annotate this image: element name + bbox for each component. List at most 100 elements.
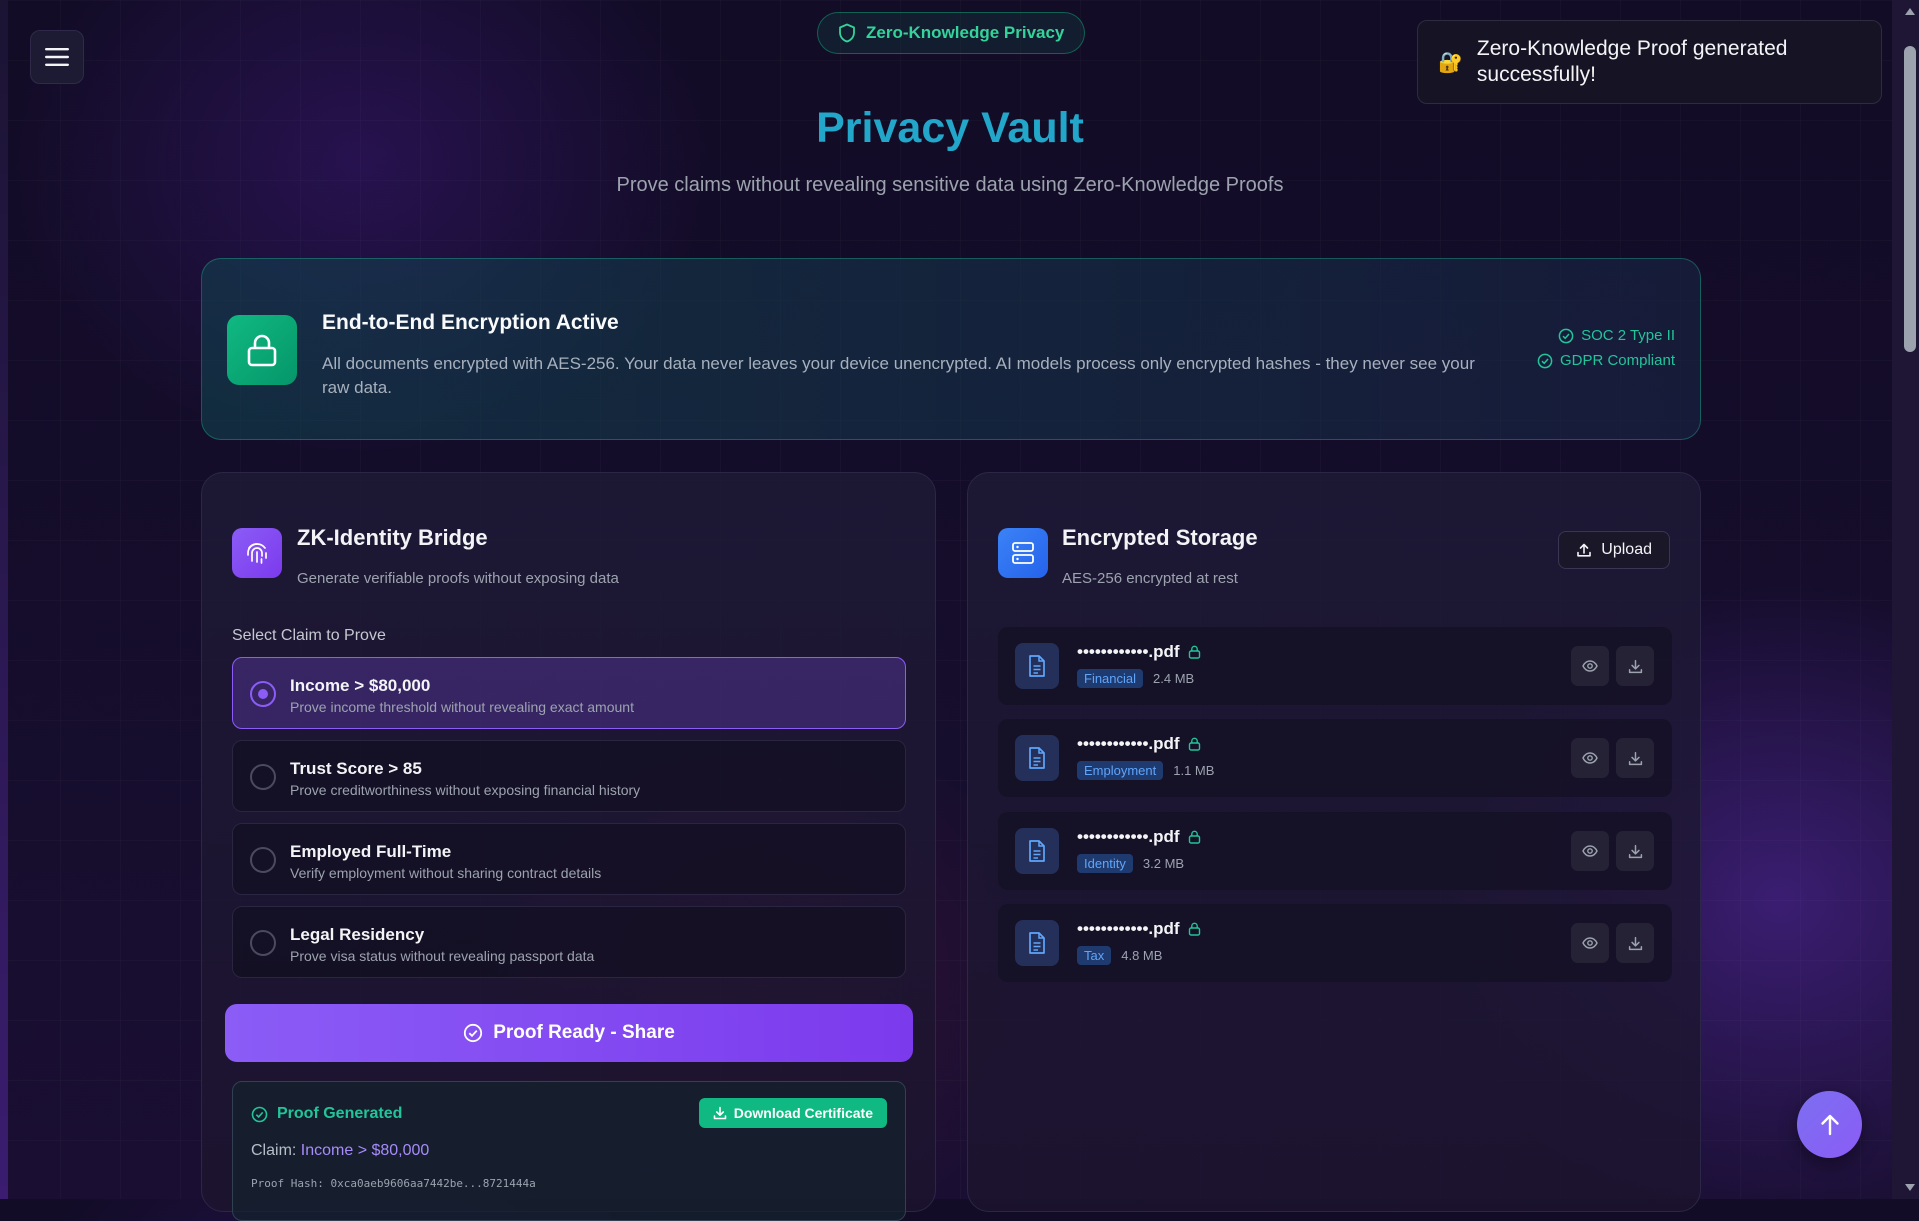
scroll-to-top-button[interactable]: [1797, 1091, 1862, 1158]
badge-label: Zero-Knowledge Privacy: [866, 23, 1065, 42]
fingerprint-icon: [247, 543, 267, 564]
download-document-button[interactable]: [1616, 831, 1654, 871]
file-icon-tile: [1015, 643, 1059, 689]
document-item[interactable]: ••••••••••••.pdf Financial 2.4 MB: [998, 627, 1672, 705]
proof-status: Proof Generated: [251, 1105, 402, 1123]
scrollbar[interactable]: [1892, 0, 1919, 1199]
eye-icon: [1582, 660, 1598, 672]
lock-icon: [1188, 737, 1200, 751]
proof-share-button[interactable]: Proof Ready - Share: [225, 1004, 913, 1062]
document-size: 4.8 MB: [1121, 948, 1163, 963]
view-document-button[interactable]: [1571, 646, 1609, 686]
arrow-up-icon: [1820, 1114, 1839, 1135]
proof-hash: Proof Hash: 0xca0aeb9606aa7442be...87214…: [251, 1177, 536, 1190]
radio-button[interactable]: [250, 764, 276, 790]
claim-description: Prove income threshold without revealing…: [290, 699, 634, 715]
scroll-down-arrow[interactable]: [1905, 1184, 1915, 1191]
document-name: ••••••••••••.pdf: [1077, 734, 1201, 754]
soc2-label: SOC 2 Type II: [1581, 327, 1675, 344]
radio-button[interactable]: [250, 847, 276, 873]
file-icon-tile: [1015, 828, 1059, 874]
document-meta: Tax 4.8 MB: [1077, 946, 1162, 965]
proof-hash-value: 0xca0aeb9606aa7442be...8721444a: [330, 1177, 536, 1190]
identity-icon-tile: [232, 528, 282, 578]
check-circle-icon: [1558, 328, 1574, 343]
storage-icon-tile: [998, 528, 1048, 578]
view-document-button[interactable]: [1571, 831, 1609, 871]
eye-icon: [1582, 937, 1598, 949]
document-meta: Identity 3.2 MB: [1077, 854, 1184, 873]
file-icon-tile: [1015, 920, 1059, 966]
zk-identity-panel: ZK-Identity Bridge Generate verifiable p…: [201, 472, 936, 1221]
document-item[interactable]: ••••••••••••.pdf Employment 1.1 MB: [998, 719, 1672, 797]
document-item[interactable]: ••••••••••••.pdf Identity 3.2 MB: [998, 812, 1672, 890]
document-tag: Employment: [1077, 761, 1164, 780]
server-icon: [1012, 542, 1034, 564]
claim-option-residency[interactable]: Legal Residency Prove visa status withou…: [232, 906, 906, 978]
check-circle-icon: [251, 1106, 268, 1122]
toast-message: Zero-Knowledge Proof generated successfu…: [1476, 37, 1788, 86]
document-item[interactable]: ••••••••••••.pdf Tax 4.8 MB: [998, 904, 1672, 982]
claim-option-trust-score[interactable]: Trust Score > 85 Prove creditworthiness …: [232, 740, 906, 812]
check-circle-icon: [464, 1023, 483, 1043]
menu-button[interactable]: [30, 30, 84, 84]
lock-icon: [1188, 645, 1200, 659]
encryption-title: End-to-End Encryption Active: [322, 311, 619, 334]
eye-icon: [1582, 752, 1598, 764]
proof-status-label: Proof Generated: [277, 1105, 403, 1122]
document-filename: ••••••••••••.pdf: [1077, 642, 1180, 661]
download-icon: [1628, 659, 1642, 673]
radio-button[interactable]: [250, 681, 276, 707]
view-document-button[interactable]: [1571, 923, 1609, 963]
zero-knowledge-badge: Zero-Knowledge Privacy: [817, 12, 1086, 54]
claim-option-income[interactable]: Income > $80,000 Prove income threshold …: [232, 657, 906, 729]
document-name: ••••••••••••.pdf: [1077, 827, 1201, 847]
file-icon-tile: [1015, 735, 1059, 781]
scrollbar-thumb[interactable]: [1904, 46, 1916, 352]
view-document-button[interactable]: [1571, 738, 1609, 778]
download-icon: [1628, 751, 1642, 765]
upload-label: Upload: [1601, 541, 1652, 558]
download-certificate-button[interactable]: Download Certificate: [698, 1098, 887, 1128]
storage-subtitle: AES-256 encrypted at rest: [1062, 570, 1238, 587]
gdpr-badge: GDPR Compliant: [1537, 352, 1675, 369]
lock-icon: [247, 334, 277, 367]
claim-title: Income > $80,000: [290, 676, 431, 695]
download-certificate-label: Download Certificate: [733, 1105, 873, 1121]
scroll-up-arrow[interactable]: [1905, 8, 1915, 15]
radio-button[interactable]: [250, 930, 276, 956]
document-name: ••••••••••••.pdf: [1077, 642, 1201, 662]
claim-title: Trust Score > 85: [290, 759, 422, 778]
identity-subtitle: Generate verifiable proofs without expos…: [297, 570, 619, 587]
document-filename: ••••••••••••.pdf: [1077, 827, 1180, 846]
soc2-badge: SOC 2 Type II: [1558, 327, 1675, 344]
document-name: ••••••••••••.pdf: [1077, 919, 1201, 939]
claim-description: Verify employment without sharing contra…: [290, 865, 602, 881]
document-filename: ••••••••••••.pdf: [1077, 734, 1180, 753]
claim-option-employment[interactable]: Employed Full-Time Verify employment wit…: [232, 823, 906, 895]
proof-result-box: Proof Generated Download Certificate Cla…: [232, 1081, 906, 1221]
document-tag: Financial: [1077, 669, 1144, 688]
document-size: 2.4 MB: [1153, 671, 1195, 686]
page-title: Privacy Vault: [816, 104, 1084, 152]
upload-button[interactable]: Upload: [1558, 531, 1670, 569]
download-document-button[interactable]: [1616, 646, 1654, 686]
file-text-icon: [1029, 932, 1045, 954]
download-icon: [713, 1106, 727, 1120]
shield-icon: [839, 23, 855, 43]
download-document-button[interactable]: [1616, 738, 1654, 778]
proof-claim-label: Claim:: [251, 1142, 301, 1159]
download-document-button[interactable]: [1616, 923, 1654, 963]
encryption-status-card: End-to-End Encryption Active All documen…: [201, 258, 1701, 440]
success-toast[interactable]: 🔐 Zero-Knowledge Proof generated success…: [1417, 20, 1882, 104]
document-size: 1.1 MB: [1173, 763, 1215, 778]
document-meta: Financial 2.4 MB: [1077, 669, 1194, 688]
file-text-icon: [1029, 747, 1045, 769]
download-icon: [1628, 844, 1642, 858]
claim-title: Legal Residency: [290, 925, 425, 944]
claim-description: Prove creditworthiness without exposing …: [290, 782, 641, 798]
identity-title: ZK-Identity Bridge: [297, 525, 488, 550]
document-meta: Employment 1.1 MB: [1077, 761, 1214, 780]
download-icon: [1628, 936, 1642, 950]
upload-icon: [1577, 543, 1592, 557]
